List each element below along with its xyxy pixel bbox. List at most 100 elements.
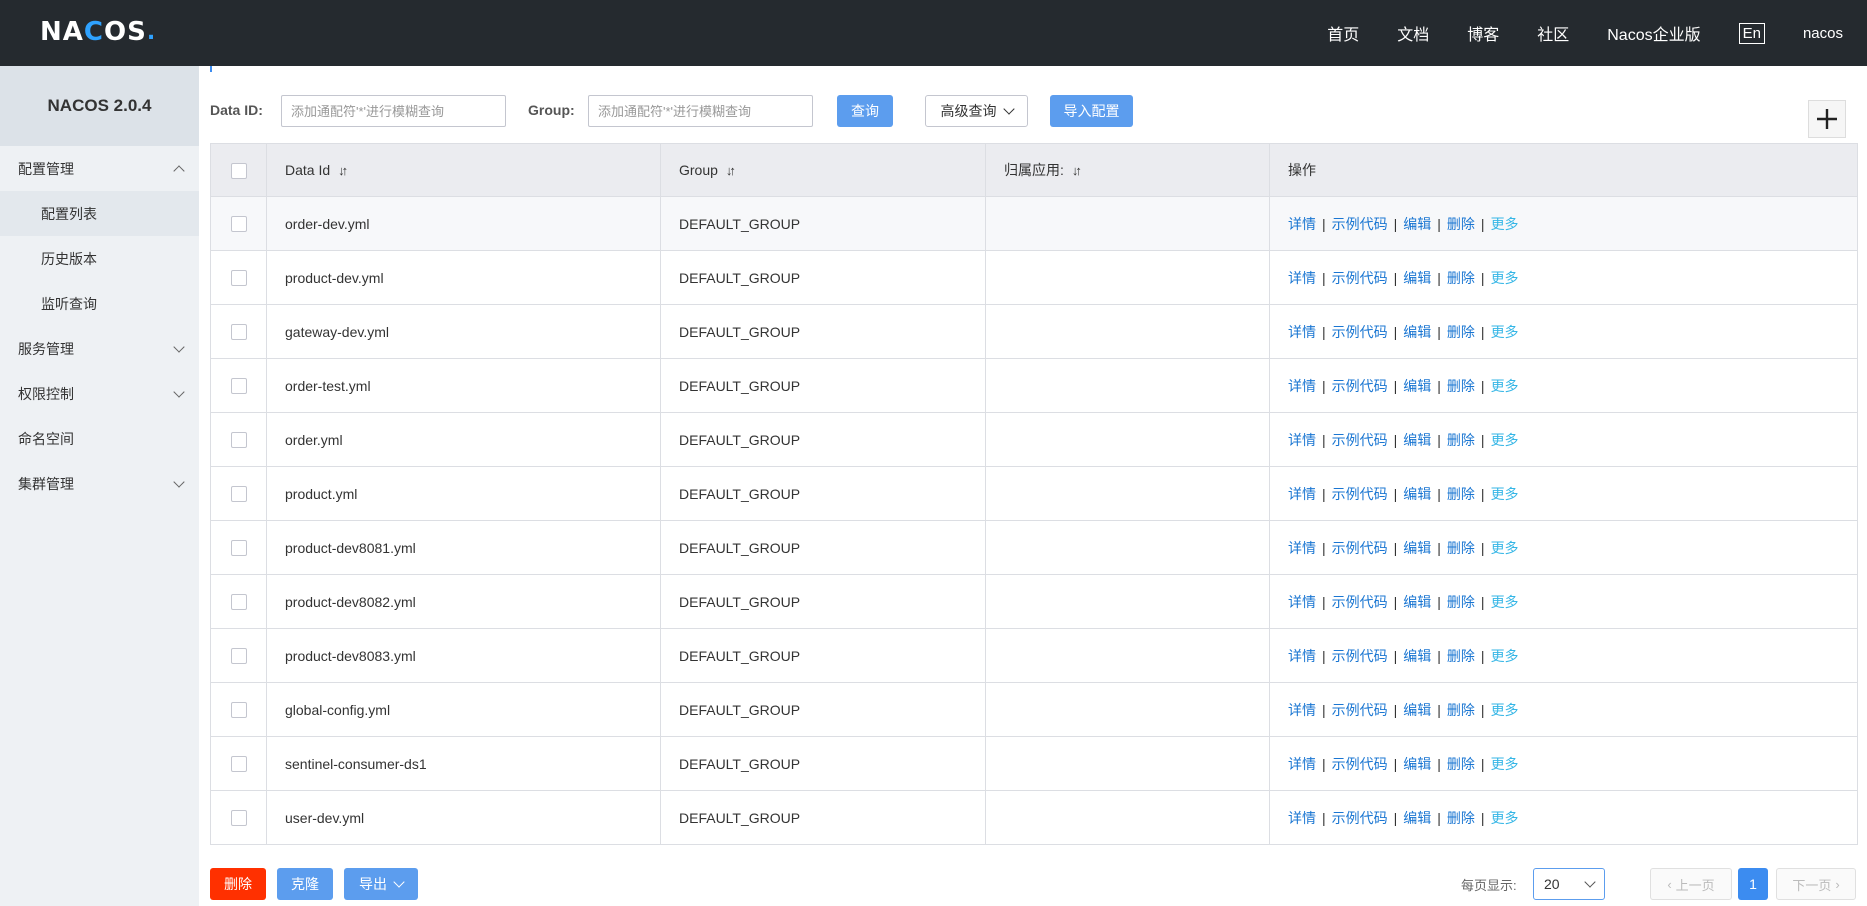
sample-code-link[interactable]: 示例代码 <box>1332 486 1388 502</box>
more-link[interactable]: 更多 <box>1491 648 1519 664</box>
delete-link[interactable]: 删除 <box>1447 756 1475 772</box>
sample-code-link[interactable]: 示例代码 <box>1332 324 1388 340</box>
row-checkbox[interactable] <box>230 594 247 611</box>
column-dataid[interactable]: Data Id ↓↑ <box>266 143 661 197</box>
delete-link[interactable]: 删除 <box>1447 648 1475 664</box>
nav-blog[interactable]: 博客 <box>1467 21 1499 45</box>
sample-code-link[interactable]: 示例代码 <box>1332 648 1388 664</box>
sidebar-group-auth[interactable]: 权限控制 <box>0 371 199 416</box>
detail-link[interactable]: 详情 <box>1288 324 1316 340</box>
group-search-input[interactable] <box>588 95 813 127</box>
delete-link[interactable]: 删除 <box>1447 486 1475 502</box>
prev-page-button[interactable]: ‹ 上一页 <box>1650 868 1732 900</box>
detail-link[interactable]: 详情 <box>1288 648 1316 664</box>
row-checkbox[interactable] <box>230 486 247 503</box>
advanced-query-button[interactable]: 高级查询 <box>925 95 1028 127</box>
nacos-logo[interactable]: NA C OS. <box>40 14 156 50</box>
edit-link[interactable]: 编辑 <box>1403 810 1431 826</box>
edit-link[interactable]: 编辑 <box>1403 486 1431 502</box>
edit-link[interactable]: 编辑 <box>1403 540 1431 556</box>
row-checkbox[interactable] <box>230 702 247 719</box>
detail-link[interactable]: 详情 <box>1288 810 1316 826</box>
import-config-button[interactable]: 导入配置 <box>1050 95 1133 127</box>
sample-code-link[interactable]: 示例代码 <box>1332 216 1388 232</box>
user-name[interactable]: nacos <box>1803 25 1843 42</box>
row-checkbox[interactable] <box>230 810 247 827</box>
sidebar-item-history[interactable]: 历史版本 <box>0 236 199 281</box>
edit-link[interactable]: 编辑 <box>1403 432 1431 448</box>
row-checkbox[interactable] <box>230 540 247 557</box>
detail-link[interactable]: 详情 <box>1288 540 1316 556</box>
nav-home[interactable]: 首页 <box>1327 21 1359 45</box>
row-checkbox[interactable] <box>230 324 247 341</box>
sample-code-link[interactable]: 示例代码 <box>1332 594 1388 610</box>
query-button[interactable]: 查询 <box>837 95 893 127</box>
sample-code-link[interactable]: 示例代码 <box>1332 432 1388 448</box>
row-checkbox[interactable] <box>230 216 247 233</box>
nav-enterprise[interactable]: Nacos企业版 <box>1607 21 1700 45</box>
edit-link[interactable]: 编辑 <box>1403 756 1431 772</box>
detail-link[interactable]: 详情 <box>1288 378 1316 394</box>
dataid-search-input[interactable] <box>281 95 506 127</box>
row-checkbox[interactable] <box>230 648 247 665</box>
more-link[interactable]: 更多 <box>1491 324 1519 340</box>
detail-link[interactable]: 详情 <box>1288 756 1316 772</box>
delete-link[interactable]: 删除 <box>1447 702 1475 718</box>
edit-link[interactable]: 编辑 <box>1403 648 1431 664</box>
row-checkbox[interactable] <box>230 432 247 449</box>
detail-link[interactable]: 详情 <box>1288 486 1316 502</box>
sample-code-link[interactable]: 示例代码 <box>1332 702 1388 718</box>
sample-code-link[interactable]: 示例代码 <box>1332 378 1388 394</box>
more-link[interactable]: 更多 <box>1491 810 1519 826</box>
row-checkbox[interactable] <box>230 378 247 395</box>
delete-link[interactable]: 删除 <box>1447 432 1475 448</box>
delete-link[interactable]: 删除 <box>1447 540 1475 556</box>
more-link[interactable]: 更多 <box>1491 756 1519 772</box>
nav-docs[interactable]: 文档 <box>1397 21 1429 45</box>
column-app[interactable]: 归属应用: ↓↑ <box>985 143 1270 197</box>
edit-link[interactable]: 编辑 <box>1403 216 1431 232</box>
sort-icon[interactable]: ↓↑ <box>1072 163 1082 178</box>
sidebar-item-config-list[interactable]: 配置列表 <box>0 191 199 236</box>
sidebar-group-config[interactable]: 配置管理 <box>0 146 199 191</box>
detail-link[interactable]: 详情 <box>1288 594 1316 610</box>
detail-link[interactable]: 详情 <box>1288 270 1316 286</box>
detail-link[interactable]: 详情 <box>1288 216 1316 232</box>
sidebar-group-service[interactable]: 服务管理 <box>0 326 199 371</box>
delete-link[interactable]: 删除 <box>1447 324 1475 340</box>
sample-code-link[interactable]: 示例代码 <box>1332 540 1388 556</box>
more-link[interactable]: 更多 <box>1491 540 1519 556</box>
more-link[interactable]: 更多 <box>1491 594 1519 610</box>
edit-link[interactable]: 编辑 <box>1403 594 1431 610</box>
next-page-button[interactable]: 下一页 › <box>1776 868 1856 900</box>
batch-delete-button[interactable]: 删除 <box>210 868 266 900</box>
more-link[interactable]: 更多 <box>1491 702 1519 718</box>
nav-community[interactable]: 社区 <box>1537 21 1569 45</box>
page-number-current[interactable]: 1 <box>1738 868 1768 900</box>
select-all-checkbox[interactable] <box>230 162 247 179</box>
delete-link[interactable]: 删除 <box>1447 378 1475 394</box>
sample-code-link[interactable]: 示例代码 <box>1332 810 1388 826</box>
detail-link[interactable]: 详情 <box>1288 432 1316 448</box>
more-link[interactable]: 更多 <box>1491 270 1519 286</box>
language-switch[interactable]: En <box>1738 22 1765 44</box>
add-config-button[interactable] <box>1808 100 1846 138</box>
sidebar-item-namespace[interactable]: 命名空间 <box>0 416 199 461</box>
delete-link[interactable]: 删除 <box>1447 594 1475 610</box>
more-link[interactable]: 更多 <box>1491 378 1519 394</box>
sample-code-link[interactable]: 示例代码 <box>1332 756 1388 772</box>
more-link[interactable]: 更多 <box>1491 216 1519 232</box>
row-checkbox[interactable] <box>230 756 247 773</box>
edit-link[interactable]: 编辑 <box>1403 324 1431 340</box>
page-size-select[interactable]: 20 <box>1533 868 1605 900</box>
export-button[interactable]: 导出 <box>344 868 418 900</box>
sample-code-link[interactable]: 示例代码 <box>1332 270 1388 286</box>
sort-icon[interactable]: ↓↑ <box>338 163 348 178</box>
edit-link[interactable]: 编辑 <box>1403 702 1431 718</box>
edit-link[interactable]: 编辑 <box>1403 270 1431 286</box>
column-group[interactable]: Group ↓↑ <box>660 143 986 197</box>
row-checkbox[interactable] <box>230 270 247 287</box>
edit-link[interactable]: 编辑 <box>1403 378 1431 394</box>
delete-link[interactable]: 删除 <box>1447 216 1475 232</box>
more-link[interactable]: 更多 <box>1491 486 1519 502</box>
